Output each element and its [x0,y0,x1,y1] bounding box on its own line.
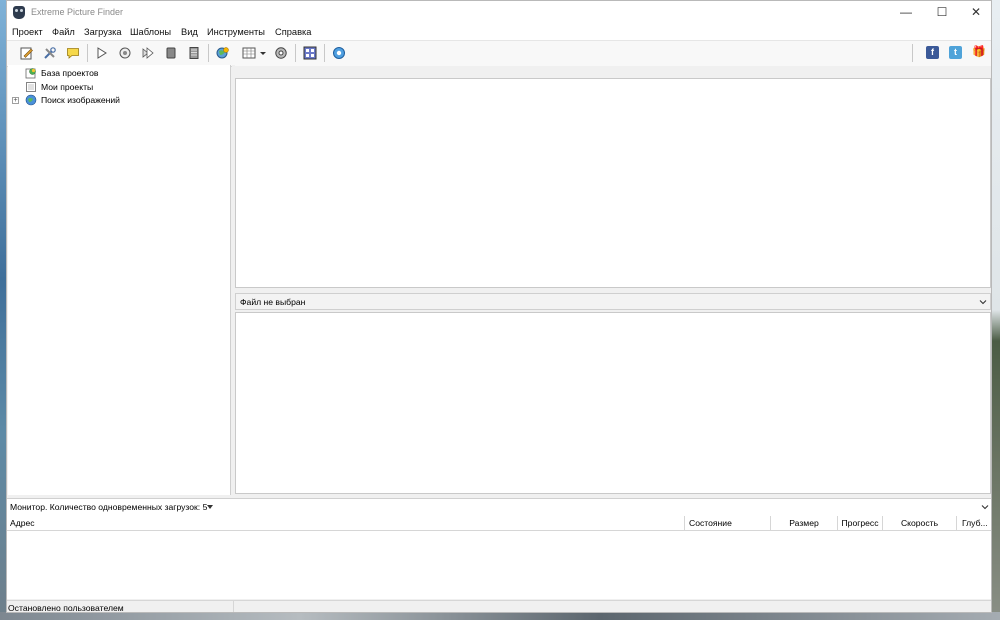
thumbnails-icon[interactable] [303,46,317,60]
toolbar-separator [87,44,88,62]
project-tree: База проектов Мои проекты + Поиск изобра… [8,65,231,495]
status-text: Остановлено пользователем [8,603,124,613]
menu-bar: Проект Файл Загрузка Шаблоны Вид Инструм… [7,25,991,40]
file-selector-label: Файл не выбран [240,297,306,307]
tree-item-label: База проектов [41,68,99,78]
toolbar-separator [912,44,913,62]
file-selector-bar[interactable]: Файл не выбран [235,293,991,310]
list-icon[interactable] [187,46,201,60]
twitter-icon[interactable]: t [949,46,962,59]
desktop-background-bottom [0,612,1000,620]
column-depth[interactable]: Глуб... [957,516,991,530]
tree-item-label: Мои проекты [41,82,94,92]
status-bar: Остановлено пользователем [7,600,991,613]
facebook-icon[interactable]: f [926,46,939,59]
toolbar-separator [295,44,296,62]
comment-icon[interactable] [66,46,80,60]
column-size[interactable]: Размер [771,516,838,530]
menu-templates[interactable]: Шаблоны [130,27,171,37]
toolbar-separator [208,44,209,62]
expand-toggle[interactable]: + [12,97,19,104]
web-search-icon[interactable] [216,46,230,60]
caret-down-icon[interactable] [207,505,213,509]
my-projects-icon [26,82,36,92]
project-properties-icon[interactable] [43,46,57,60]
toolbar: f t 🎁 [7,40,991,67]
title-bar[interactable]: Extreme Picture Finder — ☐ ✕ [7,1,991,25]
thumbnails-panel[interactable] [235,78,991,288]
chevron-down-icon[interactable] [978,297,988,307]
menu-view[interactable]: Вид [181,27,198,37]
start-selected-icon[interactable] [141,46,155,60]
chevron-down-icon[interactable] [980,502,990,512]
menu-download[interactable]: Загрузка [84,27,122,37]
column-progress[interactable]: Прогресс [838,516,883,530]
stop-icon[interactable] [164,46,178,60]
image-search-icon [25,94,37,106]
column-state[interactable]: Состояние [685,516,771,530]
status-separator [233,601,234,612]
desktop-background-right [992,0,1000,620]
column-address[interactable]: Адрес [7,516,685,530]
tree-item-image-search[interactable]: + Поиск изображений [8,94,208,107]
window-edge [991,66,992,613]
gift-icon[interactable]: 🎁 [972,46,986,59]
grid-view-icon[interactable] [242,46,256,60]
pause-icon[interactable] [118,46,132,60]
close-button[interactable]: ✕ [959,1,991,25]
menu-file[interactable]: Файл [52,27,75,37]
menu-help[interactable]: Справка [275,27,311,37]
tree-item-label: Поиск изображений [41,95,120,105]
tree-item-my-projects[interactable]: Мои проекты [8,81,208,94]
column-speed[interactable]: Скорость [883,516,957,530]
app-window: Extreme Picture Finder — ☐ ✕ Проект Файл… [6,0,992,613]
image-preview-panel[interactable] [235,312,991,494]
app-logo-icon [13,6,25,19]
tree-item-projects-db[interactable]: База проектов [8,67,208,80]
new-project-icon[interactable] [20,46,34,60]
start-icon[interactable] [95,46,109,60]
settings-icon[interactable] [274,46,288,60]
download-monitor-bar[interactable]: Монитор. Количество одновременных загруз… [7,498,991,516]
menu-tools[interactable]: Инструменты [207,27,265,37]
downloads-table-header: Адрес Состояние Размер Прогресс Скорость… [7,516,991,531]
help-icon[interactable] [332,46,346,60]
maximize-button[interactable]: ☐ [925,1,959,25]
window-title: Extreme Picture Finder [31,7,124,17]
menu-project[interactable]: Проект [12,27,43,37]
projects-db-icon [25,68,36,79]
minimize-button[interactable]: — [889,1,923,25]
downloads-table-body[interactable] [7,531,991,599]
grid-view-dropdown-icon[interactable] [259,46,267,60]
monitor-label: Монитор. Количество одновременных загруз… [10,502,208,512]
preview-header [235,66,991,77]
toolbar-separator [324,44,325,62]
